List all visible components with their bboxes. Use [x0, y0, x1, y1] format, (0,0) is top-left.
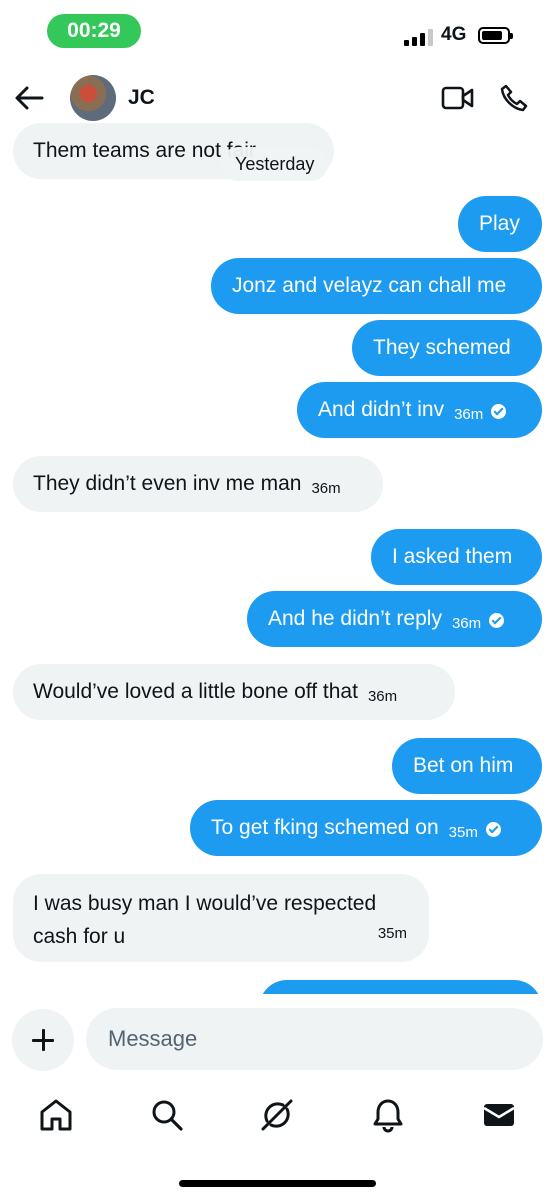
search-icon[interactable]: [149, 1097, 185, 1133]
add-attachment-button[interactable]: [12, 1009, 74, 1071]
message-bubble-sent[interactable]: Play: [458, 196, 542, 252]
message-text: They schemed: [373, 336, 511, 359]
messages-icon[interactable]: [481, 1097, 517, 1133]
read-check-icon: [485, 822, 501, 837]
battery-icon: [478, 27, 513, 44]
back-arrow-icon[interactable]: [14, 84, 44, 112]
read-check-icon: [489, 613, 505, 628]
message-text: And didn’t inv: [318, 398, 445, 421]
signal-icon: [404, 28, 436, 46]
notifications-icon[interactable]: [370, 1097, 406, 1133]
message-time: 35m: [448, 824, 478, 841]
message-text: And he didn’t reply: [268, 607, 442, 630]
message-text: Bet on him: [413, 754, 514, 777]
read-check-icon: [491, 404, 507, 419]
message-bubble-sent[interactable]: Bet on him: [392, 738, 542, 794]
message-text: Would’ve loved a little bone off that: [33, 680, 358, 703]
message-text: To get fking schemed on: [211, 816, 439, 839]
message-text: Play: [479, 212, 520, 235]
message-bubble-sent[interactable]: Jonz and velayz can chall me: [211, 258, 542, 314]
message-text: I asked them: [392, 545, 513, 568]
message-bubble-received[interactable]: I was busy man I would’ve respected cash…: [13, 874, 429, 962]
message-bubble-sent[interactable]: They schemed: [352, 320, 542, 376]
home-indicator: [179, 1180, 376, 1187]
message-bubble-received[interactable]: Would’ve loved a little bone off that 36m: [13, 664, 455, 720]
message-bubble-received[interactable]: They didn’t even inv me man 36m: [13, 456, 383, 512]
message-time: 35m: [377, 925, 407, 942]
message-time: 36m: [451, 615, 482, 632]
video-call-icon[interactable]: [441, 84, 475, 112]
phone-icon[interactable]: [499, 83, 529, 113]
message-bubble-sent[interactable]: I asked them: [371, 529, 542, 585]
message-time: 36m: [454, 406, 484, 423]
grok-icon[interactable]: [259, 1097, 295, 1133]
avatar[interactable]: [70, 75, 116, 121]
message-time: 36m: [367, 688, 398, 705]
message-text: I was busy man I would’ve respected cash…: [33, 892, 377, 948]
status-time: 00:29: [47, 14, 141, 48]
contact-name[interactable]: JC: [128, 86, 155, 110]
message-bubble-sent[interactable]: And didn’t inv 36m: [297, 382, 542, 438]
message-bubble-sent[interactable]: To get fking schemed on 35m: [190, 800, 542, 856]
message-time: 36m: [311, 480, 341, 497]
message-text: Jonz and velayz can chall me: [232, 274, 507, 297]
message-bubble-sent[interactable]: And he didn’t reply 36m: [247, 591, 542, 647]
message-text: They didn’t even inv me man: [33, 472, 302, 495]
date-divider: Yesterday: [221, 147, 329, 181]
home-icon[interactable]: [38, 1097, 74, 1133]
network-label: 4G: [441, 24, 467, 45]
message-input[interactable]: [86, 1008, 543, 1070]
